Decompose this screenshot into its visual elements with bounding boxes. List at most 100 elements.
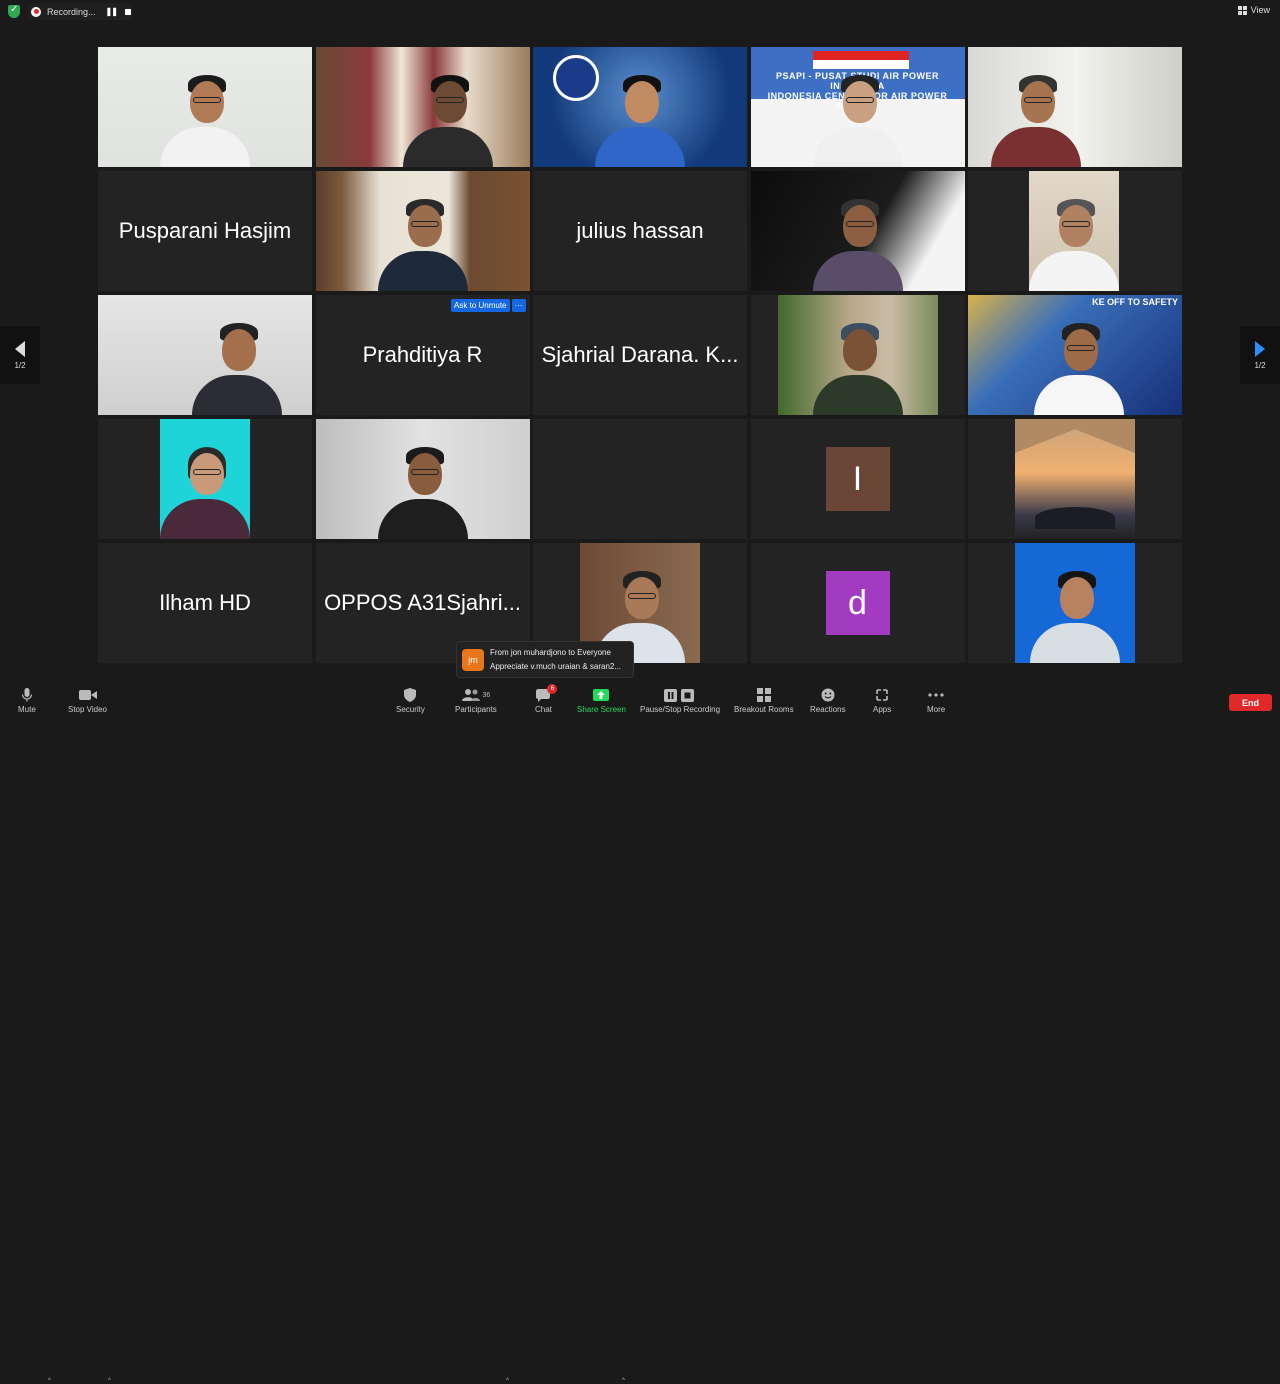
previous-page-button[interactable]: 1/2 bbox=[0, 326, 40, 384]
participants-options-caret-icon[interactable]: ^ bbox=[506, 1378, 509, 1384]
participants-button[interactable]: 36 Participants bbox=[455, 688, 497, 714]
emblem-icon bbox=[553, 55, 599, 101]
participant-video bbox=[160, 419, 250, 539]
apps-button[interactable]: Apps bbox=[873, 688, 891, 714]
participant-tile[interactable]: I bbox=[751, 419, 965, 539]
participant-video bbox=[1029, 171, 1119, 291]
participant-tile[interactable]: julius hassan bbox=[533, 171, 747, 291]
participant-tile[interactable] bbox=[533, 419, 747, 539]
breakout-rooms-icon bbox=[757, 688, 771, 702]
participant-tile[interactable] bbox=[968, 419, 1182, 539]
stop-recording-icon[interactable] bbox=[125, 9, 131, 15]
encryption-shield-icon[interactable] bbox=[8, 5, 20, 18]
participant-video bbox=[316, 47, 530, 167]
participant-tile[interactable] bbox=[98, 295, 312, 415]
chevron-left-icon bbox=[15, 341, 25, 357]
participant-video bbox=[316, 419, 530, 539]
security-label: Security bbox=[396, 705, 425, 714]
chat-button[interactable]: 6 Chat bbox=[535, 688, 552, 714]
pause-stop-recording-label: Pause/Stop Recording bbox=[640, 705, 720, 714]
recording-indicator: Recording... ❚❚ bbox=[28, 3, 132, 20]
participant-tile[interactable] bbox=[98, 47, 312, 167]
mute-options-caret-icon[interactable]: ^ bbox=[48, 1378, 51, 1384]
apps-label: Apps bbox=[873, 705, 891, 714]
participant-video bbox=[316, 171, 530, 291]
chat-sender-line: From jon muhardjono to Everyone bbox=[490, 646, 621, 660]
chat-unread-badge: 6 bbox=[547, 684, 557, 694]
camera-icon bbox=[79, 688, 97, 702]
participant-tile[interactable]: d bbox=[751, 543, 965, 663]
background-text: KE OFF TO SAFETY bbox=[1092, 297, 1178, 307]
share-options-caret-icon[interactable]: ^ bbox=[622, 1378, 625, 1384]
breakout-rooms-label: Breakout Rooms bbox=[734, 705, 794, 714]
reactions-button[interactable]: Reactions bbox=[810, 688, 846, 714]
more-options-button[interactable]: ··· bbox=[512, 299, 526, 312]
chat-message-preview: Appreciate v.much uraian & saran2... bbox=[490, 660, 621, 674]
meeting-toolbar: Mute ^ Stop Video ^ Security 36 Particip… bbox=[0, 686, 1280, 720]
participant-tile[interactable]: Pusparani Hasjim bbox=[98, 171, 312, 291]
microphone-icon bbox=[21, 688, 33, 702]
participant-video bbox=[533, 47, 747, 167]
share-screen-icon bbox=[593, 688, 609, 702]
breakout-rooms-button[interactable]: Breakout Rooms bbox=[734, 688, 794, 714]
participant-tile[interactable]: Ilham HD bbox=[98, 543, 312, 663]
participant-tile[interactable]: Sjahrial Darana. K... bbox=[533, 295, 747, 415]
more-button[interactable]: More bbox=[927, 688, 945, 714]
participant-name: Prahditiya R bbox=[355, 342, 491, 368]
end-meeting-button[interactable]: End bbox=[1229, 694, 1272, 711]
reactions-smiley-icon bbox=[821, 688, 835, 702]
participant-tile[interactable] bbox=[533, 47, 747, 167]
page-indicator: 1/2 bbox=[1254, 361, 1265, 370]
participant-tile[interactable]: KE OFF TO SAFETY bbox=[968, 295, 1182, 415]
grid-view-icon bbox=[1238, 6, 1247, 15]
participant-video bbox=[98, 47, 312, 167]
pause-stop-icon bbox=[664, 688, 696, 702]
participant-tile[interactable] bbox=[751, 295, 965, 415]
pause-recording-icon[interactable]: ❚❚ bbox=[106, 7, 117, 16]
pause-stop-recording-button[interactable]: Pause/Stop Recording bbox=[640, 688, 720, 714]
top-bar: Recording... ❚❚ View bbox=[0, 0, 1280, 24]
mosque-icon bbox=[1035, 507, 1115, 529]
participant-initial: I bbox=[826, 447, 890, 511]
chat-icon: 6 bbox=[536, 688, 550, 702]
chat-label: Chat bbox=[535, 705, 552, 714]
video-options-caret-icon[interactable]: ^ bbox=[108, 1378, 111, 1384]
view-button[interactable]: View bbox=[1238, 5, 1270, 15]
participant-tile[interactable] bbox=[98, 419, 312, 539]
share-screen-button[interactable]: Share Screen bbox=[577, 688, 626, 714]
next-page-button[interactable]: 1/2 bbox=[1240, 326, 1280, 384]
security-button[interactable]: Security bbox=[396, 688, 425, 714]
participant-tile[interactable] bbox=[968, 543, 1182, 663]
participant-video: PSAPI - PUSAT STUDI AIR POWER INDONESIA … bbox=[751, 47, 965, 167]
participant-tile[interactable] bbox=[316, 419, 530, 539]
participant-name: julius hassan bbox=[568, 218, 711, 244]
participant-video bbox=[1015, 543, 1135, 663]
page-indicator: 1/2 bbox=[14, 361, 25, 370]
participant-tile[interactable]: PSAPI - PUSAT STUDI AIR POWER INDONESIA … bbox=[751, 47, 965, 167]
participant-tile[interactable]: Ask to Unmute ··· Prahditiya R bbox=[316, 295, 530, 415]
more-label: More bbox=[927, 705, 945, 714]
participant-name: Pusparani Hasjim bbox=[111, 218, 299, 244]
participant-tile[interactable] bbox=[316, 171, 530, 291]
participant-name: Ilham HD bbox=[151, 590, 259, 616]
ask-to-unmute-button[interactable]: Ask to Unmute bbox=[451, 299, 509, 312]
arch-icon bbox=[1015, 419, 1135, 453]
participants-icon: 36 bbox=[462, 688, 491, 702]
participant-video bbox=[1015, 419, 1135, 539]
apps-icon bbox=[875, 688, 889, 702]
view-label: View bbox=[1251, 5, 1270, 15]
participant-tile[interactable] bbox=[316, 47, 530, 167]
participant-tile[interactable] bbox=[968, 171, 1182, 291]
chevron-right-icon bbox=[1255, 341, 1265, 357]
gallery-grid: PSAPI - PUSAT STUDI AIR POWER INDONESIA … bbox=[98, 47, 1182, 665]
security-shield-icon bbox=[404, 688, 416, 702]
mute-button[interactable]: Mute bbox=[18, 688, 36, 714]
participant-tile[interactable] bbox=[751, 171, 965, 291]
chat-notification[interactable]: jm From jon muhardjono to Everyone Appre… bbox=[456, 641, 634, 678]
stop-video-button[interactable]: Stop Video bbox=[68, 688, 107, 714]
reactions-label: Reactions bbox=[810, 705, 846, 714]
participants-count: 36 bbox=[483, 692, 491, 699]
more-dots-icon bbox=[928, 688, 944, 702]
participant-video bbox=[751, 171, 965, 291]
participant-tile[interactable] bbox=[968, 47, 1182, 167]
